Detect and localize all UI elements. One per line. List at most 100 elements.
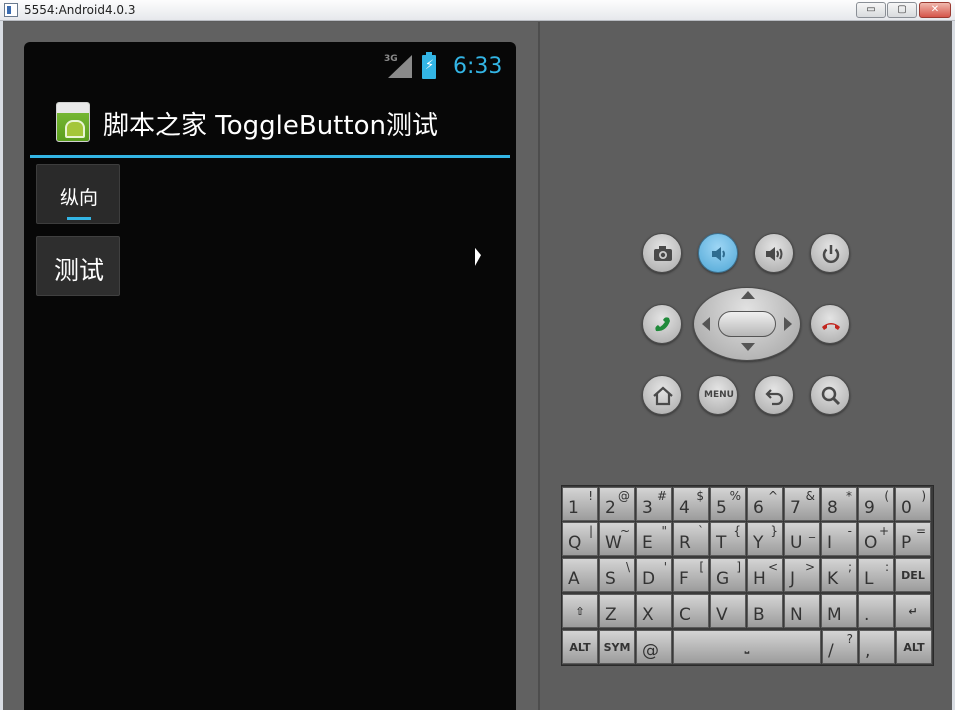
back-button[interactable] [754,375,794,415]
dpad-right-icon[interactable] [784,317,792,331]
end-call-button[interactable] [810,304,850,344]
keyboard-key[interactable]: 8 * [821,487,857,521]
space-key[interactable]: ⎵ [673,630,821,664]
keyboard-key[interactable]: X [636,594,672,628]
keyboard-key[interactable]: DEL [895,558,931,592]
comma-key[interactable]: , [859,630,895,664]
keyboard-key[interactable]: 0) [895,487,931,521]
key-shift-label: ' [663,560,667,574]
key-shift-label: > [804,560,815,574]
keyboard-key[interactable]: Q | [562,522,598,556]
alt-key[interactable]: ALT [562,630,598,664]
slash-key[interactable]: /? [822,630,858,664]
keyboard-key[interactable]: 6 ^ [747,487,783,521]
key-shift-label: ] [736,560,741,574]
search-button[interactable] [810,375,850,415]
menu-icon: MENU [704,390,734,400]
at-key[interactable]: @ [636,630,672,664]
keyboard-key[interactable]: ⇧ [562,594,598,628]
key-label: , [865,641,871,661]
test-button-label: 测试 [53,256,104,285]
keyboard-key[interactable]: D ' [636,558,672,592]
volume-down-button[interactable] [698,233,738,273]
key-shift-label: ? [846,632,853,646]
keyboard-key[interactable]: C [673,594,709,628]
key-label: DEL [901,569,925,582]
maximize-button[interactable]: ▢ [887,2,917,18]
keyboard-key[interactable]: 7 & [784,487,820,521]
keyboard-key[interactable]: B [747,594,783,628]
keyboard-key[interactable]: P = [895,522,931,556]
android-app-icon[interactable] [56,102,90,142]
charging-icon: ⚡ [425,58,435,73]
device-screen[interactable]: 3G ⚡ 6:33 脚本之家 ToggleButton测试 纵向 测试 [24,42,516,710]
key-main-label: 2 [605,498,616,518]
keyboard-key[interactable]: U _ [784,522,820,556]
keyboard-key[interactable]: H < [747,558,783,592]
power-button[interactable] [810,233,850,273]
dpad-up-icon[interactable] [741,291,755,299]
keyboard-key[interactable]: Z [599,594,635,628]
keyboard-key[interactable]: . [858,594,894,628]
window-titlebar: 5554:Android4.0.3 ▭ ▢ ✕ [0,0,955,21]
close-button[interactable]: ✕ [919,2,951,18]
key-main-label: U [790,533,803,553]
network-type: 3G [384,54,398,64]
keyboard-key[interactable]: L: [858,558,894,592]
keyboard-key[interactable]: K; [821,558,857,592]
dpad-left-icon[interactable] [702,317,710,331]
sym-key[interactable]: SYM [599,630,635,664]
keyboard-key[interactable]: F[ [673,558,709,592]
key-main-label: 0 [901,498,912,518]
keyboard-key[interactable]: N [784,594,820,628]
key-label: / [828,641,834,661]
battery-icon: ⚡ [422,52,436,79]
keyboard-key[interactable]: V [710,594,746,628]
camera-button[interactable] [642,233,682,273]
toggle-indicator [67,217,91,220]
volume-up-button[interactable] [754,233,794,273]
home-button[interactable] [642,375,682,415]
key-shift-label: ; [847,560,852,574]
menu-button[interactable]: MENU [698,375,738,415]
key-main-label: E [642,533,653,553]
keyboard-key[interactable]: ↵ [895,594,931,628]
mouse-cursor-icon [475,247,481,269]
keyboard-key[interactable]: E " [636,522,672,556]
volume-down-icon [712,247,725,261]
key-main-label: Z [605,605,617,625]
keyboard-key[interactable]: 2 @ [599,487,635,521]
key-main-label: V [716,605,728,625]
dpad-down-icon[interactable] [741,343,755,351]
keyboard-key[interactable]: S \ [599,558,635,592]
keyboard-key[interactable]: T{ [710,522,746,556]
keyboard-key[interactable]: I- [821,522,857,556]
dpad-center-button[interactable] [718,311,776,337]
keyboard-key[interactable]: J > [784,558,820,592]
keyboard-key[interactable]: A [562,558,598,592]
keyboard-key[interactable]: W ~ [599,522,635,556]
test-button[interactable]: 测试 [36,236,120,296]
keyboard-key[interactable]: 4 $ [673,487,709,521]
keyboard-key[interactable]: Y} [747,522,783,556]
key-shift-label: < [767,560,778,574]
keyboard-key[interactable]: R ` [673,522,709,556]
key-main-label: D [642,569,656,589]
alt-right-key[interactable]: ALT [896,630,932,664]
keyboard-key[interactable]: M [821,594,857,628]
key-main-label: L [864,569,874,589]
app-title: 脚本之家 ToggleButton测试 [103,111,438,141]
keyboard-key[interactable]: 5% [710,487,746,521]
minimize-button[interactable]: ▭ [856,2,886,18]
keyboard-key[interactable]: 3 # [636,487,672,521]
status-clock: 6:33 [453,54,503,79]
orientation-toggle-button[interactable]: 纵向 [36,164,120,224]
call-button[interactable] [642,304,682,344]
keyboard-key[interactable]: 1! [562,487,598,521]
keyboard-key[interactable]: 9( [858,487,894,521]
key-main-label: 7 [790,498,801,518]
keyboard-key[interactable]: G] [710,558,746,592]
key-shift-label: = [915,524,926,538]
key-main-label: 1 [568,498,579,518]
keyboard-key[interactable]: O + [858,522,894,556]
